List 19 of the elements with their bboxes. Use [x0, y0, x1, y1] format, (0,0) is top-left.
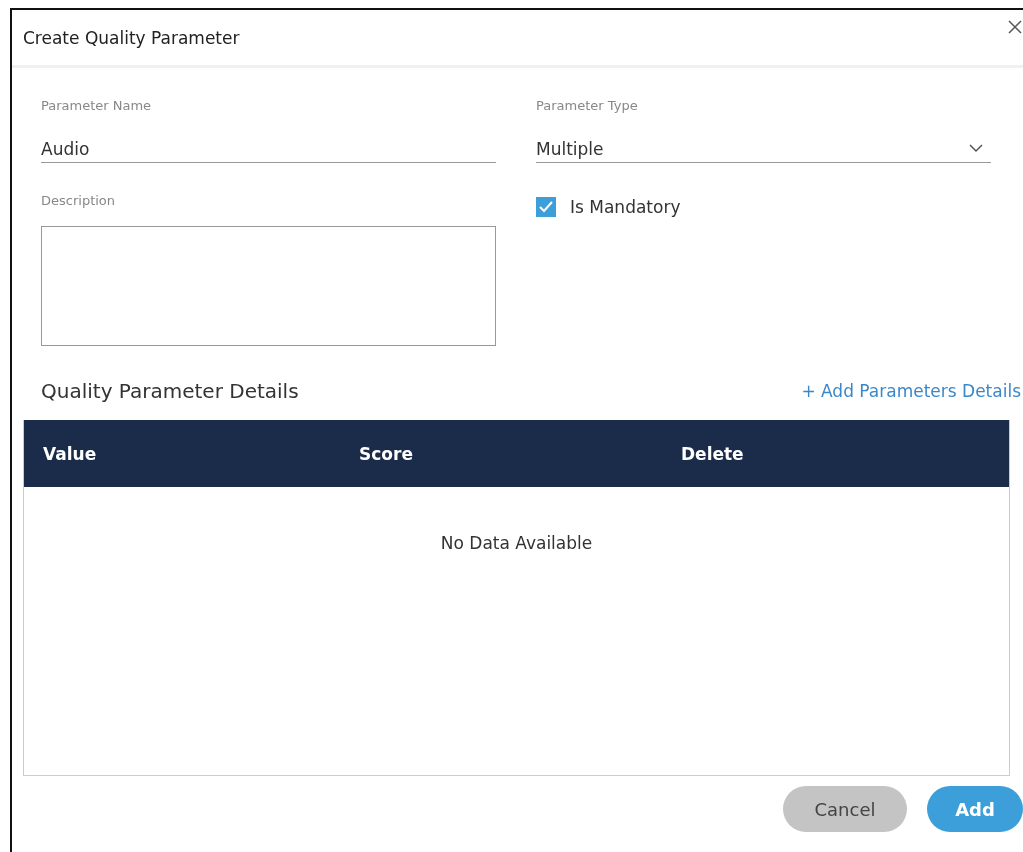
dialog-title: Create Quality Parameter — [23, 27, 240, 48]
empty-message: No Data Available — [440, 533, 593, 553]
description-field[interactable] — [41, 226, 496, 346]
add-button[interactable]: Add — [927, 786, 1023, 832]
field-label: Parameter Name — [41, 98, 153, 113]
cancel-button[interactable]: Cancel — [783, 786, 907, 832]
column-header: Value — [43, 443, 97, 464]
close-icon[interactable] — [1008, 20, 1022, 34]
add-details-link[interactable]: + Add Parameters Details — [801, 381, 1021, 401]
column-header: Score — [359, 443, 413, 464]
checkbox[interactable] — [536, 197, 556, 217]
checkbox-label: Is Mandatory — [570, 197, 681, 217]
field-label: Parameter Type — [536, 98, 639, 113]
input-field[interactable]: Audio — [41, 135, 496, 163]
column-header: Delete — [681, 443, 744, 464]
chevron-down-icon — [969, 144, 983, 153]
dropdown-field[interactable]: Multiple — [536, 135, 991, 163]
section-title: Quality Parameter Details — [41, 379, 299, 403]
field-label: Description — [41, 193, 117, 208]
